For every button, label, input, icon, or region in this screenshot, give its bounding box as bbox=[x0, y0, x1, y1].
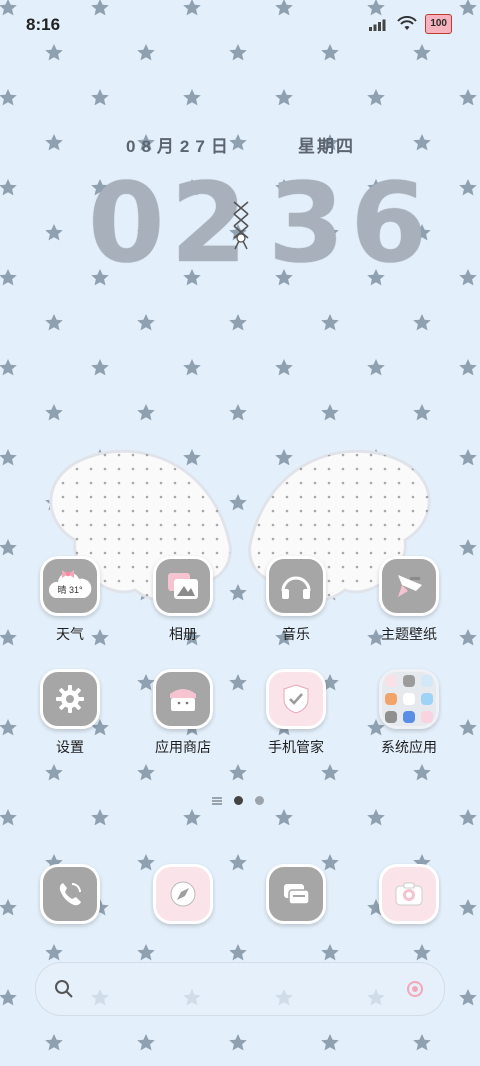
clock-minute: 36 bbox=[268, 159, 434, 287]
app-gallery[interactable]: 相册 bbox=[135, 556, 231, 644]
app-label: 应用商店 bbox=[155, 739, 211, 755]
dock-phone[interactable] bbox=[22, 864, 118, 924]
gear-icon bbox=[40, 669, 100, 729]
compass-icon bbox=[153, 864, 213, 924]
shop-icon bbox=[153, 669, 213, 729]
weekday-text: 星期四 bbox=[298, 137, 355, 156]
assistant-icon[interactable] bbox=[406, 980, 424, 998]
shield-icon bbox=[266, 669, 326, 729]
headphones-icon bbox=[266, 556, 326, 616]
app-label: 手机管家 bbox=[268, 739, 324, 755]
weather-icon: 晴 31° bbox=[40, 556, 100, 616]
app-label: 音乐 bbox=[282, 626, 310, 642]
app-label: 相册 bbox=[169, 626, 197, 642]
theme-brush-icon bbox=[379, 556, 439, 616]
message-icon bbox=[266, 864, 326, 924]
dock-browser[interactable] bbox=[135, 864, 231, 924]
status-bar: 8:16 100 bbox=[0, 0, 480, 50]
app-label: 主题壁纸 bbox=[381, 626, 437, 642]
status-time: 8:16 bbox=[26, 15, 61, 34]
app-settings[interactable]: 设置 bbox=[22, 669, 118, 757]
ribbon-icon bbox=[233, 201, 249, 250]
app-weather[interactable]: 晴 31° 天气 bbox=[22, 556, 118, 644]
page-indicator[interactable] bbox=[212, 796, 264, 805]
folder-icon bbox=[379, 669, 439, 729]
search-bar[interactable] bbox=[35, 962, 445, 1016]
camera-icon bbox=[379, 864, 439, 924]
app-phone-manager[interactable]: 手机管家 bbox=[248, 669, 344, 757]
dock-camera[interactable] bbox=[361, 864, 457, 924]
app-label: 设置 bbox=[56, 739, 84, 755]
date-text: 08月27日 bbox=[126, 137, 234, 156]
gallery-icon bbox=[153, 556, 213, 616]
clock-widget[interactable]: 08月27日 星期四 02 36 bbox=[0, 128, 480, 287]
app-label: 天气 bbox=[56, 626, 84, 642]
menu-lines-icon bbox=[212, 796, 222, 805]
app-label: 系统应用 bbox=[381, 739, 437, 755]
app-store[interactable]: 应用商店 bbox=[135, 669, 231, 757]
weather-text: 晴 31° bbox=[57, 584, 83, 595]
app-themes[interactable]: 主题壁纸 bbox=[361, 556, 457, 644]
wifi-icon bbox=[397, 16, 418, 30]
search-icon bbox=[55, 980, 73, 998]
signal-icon bbox=[369, 19, 386, 31]
app-music[interactable]: 音乐 bbox=[248, 556, 344, 644]
phone-icon bbox=[40, 864, 100, 924]
page-dot[interactable] bbox=[255, 796, 264, 805]
page-dot-active[interactable] bbox=[234, 796, 243, 805]
dock-messages[interactable] bbox=[248, 864, 344, 924]
battery-indicator: 100 bbox=[425, 14, 452, 34]
app-system-folder[interactable]: 系统应用 bbox=[361, 669, 457, 757]
